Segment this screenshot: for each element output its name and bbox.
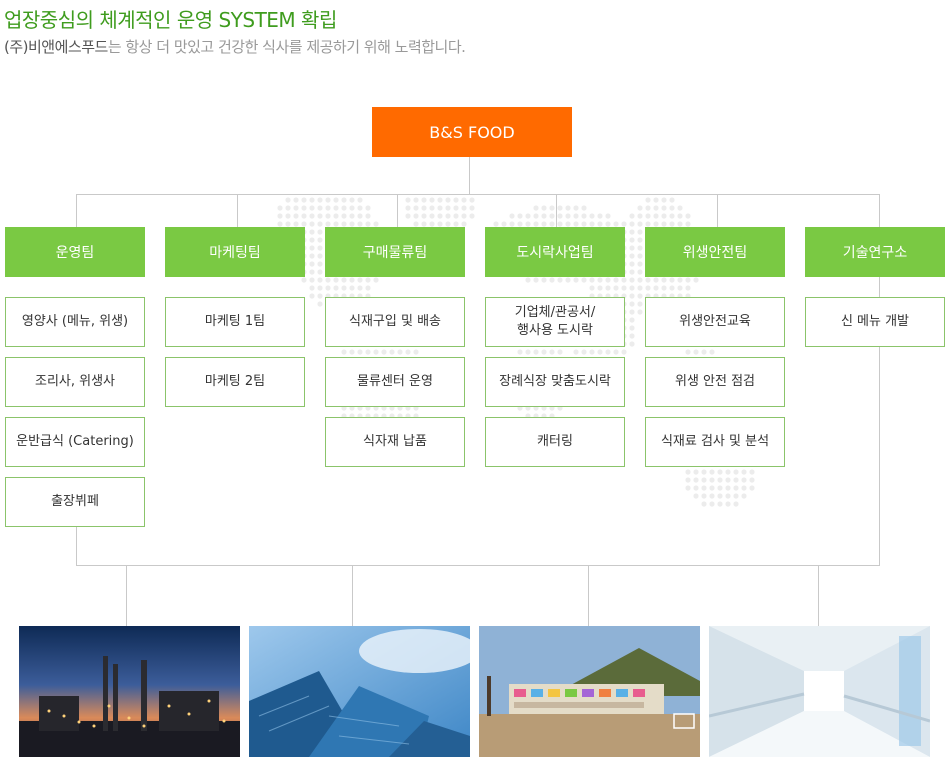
connector xyxy=(76,527,77,565)
team-operation: 운영팀 xyxy=(5,227,145,277)
task-box: 기업체/관공서/ 행사용 도시락 xyxy=(485,297,625,347)
team-hygiene-safety: 위생안전팀 xyxy=(645,227,785,277)
connector xyxy=(76,194,77,227)
company-name: (주)비앤에스푸드 xyxy=(4,38,108,56)
team-rnd-lab: 기술연구소 xyxy=(805,227,945,277)
connector xyxy=(397,194,398,227)
connector xyxy=(818,565,819,626)
connector xyxy=(76,565,880,566)
page-subtitle: (주)비앤에스푸드는 항상 더 맛있고 건강한 식사를 제공하기 위해 노력합니… xyxy=(4,36,466,57)
task-box: 식자재 납품 xyxy=(325,417,465,467)
connector xyxy=(717,194,718,227)
task-box: 식재료 검사 및 분석 xyxy=(645,417,785,467)
connector xyxy=(556,194,557,227)
photo-office-building xyxy=(249,626,470,757)
connector xyxy=(76,194,880,195)
team-marketing: 마케팅팀 xyxy=(165,227,305,277)
task-box: 조리사, 위생사 xyxy=(5,357,145,407)
task-box: 물류센터 운영 xyxy=(325,357,465,407)
connector xyxy=(588,565,589,626)
connector xyxy=(237,194,238,227)
team-purchasing-logistics: 구매물류팀 xyxy=(325,227,465,277)
subtitle-text: 는 항상 더 맛있고 건강한 식사를 제공하기 위해 노력합니다. xyxy=(107,38,466,56)
task-box: 출장뷔페 xyxy=(5,477,145,527)
connector xyxy=(352,565,353,626)
task-box: 위생 안전 점검 xyxy=(645,357,785,407)
connector xyxy=(126,565,127,626)
task-box: 식재구입 및 배송 xyxy=(325,297,465,347)
connector xyxy=(469,157,470,194)
task-box: 신 메뉴 개발 xyxy=(805,297,945,347)
task-box: 운반급식 (Catering) xyxy=(5,417,145,467)
photo-school xyxy=(479,626,700,757)
team-lunchbox-business: 도시락사업팀 xyxy=(485,227,625,277)
task-box: 마케팅 2팀 xyxy=(165,357,305,407)
page-title: 업장중심의 체계적인 운영 SYSTEM 확립 xyxy=(4,8,337,32)
org-root-box: B&S FOOD xyxy=(372,107,572,157)
task-box: 마케팅 1팀 xyxy=(165,297,305,347)
task-box: 영양사 (메뉴, 위생) xyxy=(5,297,145,347)
photo-industrial-plant xyxy=(19,626,240,757)
task-box: 캐터링 xyxy=(485,417,625,467)
photo-hospital-corridor xyxy=(709,626,930,757)
task-box: 장례식장 맞춤도시락 xyxy=(485,357,625,407)
task-box: 위생안전교육 xyxy=(645,297,785,347)
